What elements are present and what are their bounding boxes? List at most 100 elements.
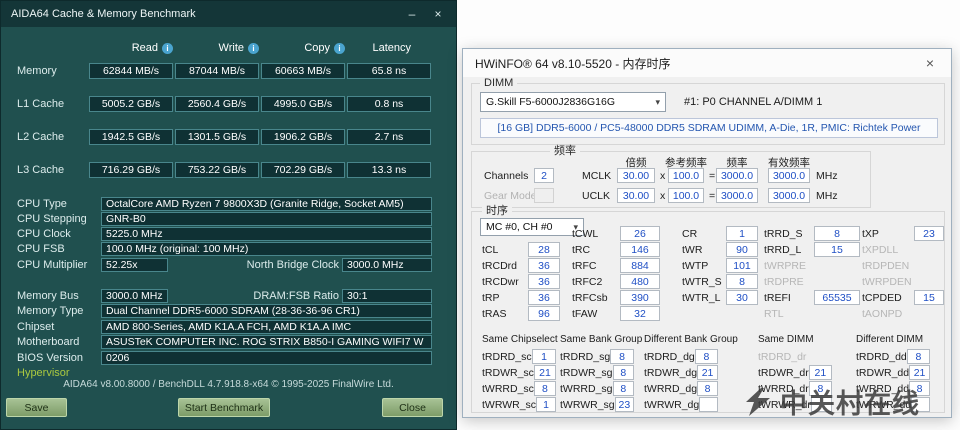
- aida64-window-title: AIDA64 Cache & Memory Benchmark: [11, 8, 394, 20]
- minimize-icon[interactable]: –: [404, 7, 420, 21]
- zol-logo-icon: [744, 387, 774, 417]
- info-label: Chipset: [17, 321, 54, 333]
- timing-cell: tWRWR_sg23: [560, 397, 634, 412]
- save-button[interactable]: Save: [6, 398, 67, 417]
- timing-value: 8: [726, 274, 758, 289]
- timing-value: 101: [726, 258, 758, 273]
- timing-value: 8: [907, 349, 930, 364]
- start-benchmark-button[interactable]: Start Benchmark: [178, 398, 270, 417]
- button-label: Save: [25, 402, 49, 414]
- bench-row-label: Memory: [17, 65, 57, 77]
- timing-label: tRDWR_dg: [644, 367, 697, 379]
- close-icon[interactable]: ×: [430, 7, 446, 21]
- aida64-version-footer: AIDA64 v8.00.8000 / BenchDLL 4.7.918.8-x…: [1, 379, 456, 390]
- bench-value: 1301.5 GB/s: [175, 129, 259, 145]
- close-button[interactable]: Close: [382, 398, 443, 417]
- column-header-write: Write i: [175, 42, 259, 54]
- bench-value: 65.8 ns: [347, 63, 431, 79]
- aida64-titlebar[interactable]: AIDA64 Cache & Memory Benchmark – ×: [1, 1, 456, 27]
- timing-cell: tRRD_S8: [764, 226, 860, 241]
- timing-cell: RTL: [764, 306, 860, 321]
- info-value: 30:1: [342, 289, 432, 303]
- timing-label: tWRWR_dg: [644, 399, 699, 411]
- timing-value: 30: [726, 290, 758, 305]
- frequency-group: 频率 Channels 2 Gear Mode 倍频 参考频率 频率 有效频率 …: [471, 151, 871, 208]
- info-label: CPU Multiplier: [17, 259, 87, 271]
- grid-header-different-dimm: Different DIMM: [856, 334, 923, 345]
- timing-value: 390: [620, 290, 660, 305]
- info-icon[interactable]: i: [334, 43, 345, 54]
- timing-label: tRP: [482, 292, 528, 304]
- hypervisor-label: Hypervisor: [17, 367, 70, 379]
- dimm-module-info: [16 GB] DDR5-6000 / PC5-48000 DDR5 SDRAM…: [480, 118, 938, 138]
- timing-cell: tRDWR_sc21: [482, 365, 556, 380]
- timing-cell: CR1: [682, 226, 758, 241]
- column-header-label: Latency: [372, 42, 411, 54]
- timing-cell: tRDPDEN: [862, 258, 944, 273]
- close-icon[interactable]: ×: [921, 55, 939, 71]
- timing-value: 23: [914, 226, 944, 241]
- timing-cell: tCPDED15: [862, 290, 944, 305]
- timing-value: 1: [536, 397, 556, 412]
- timing-cell: tRP36: [482, 290, 560, 305]
- hwinfo-window-title: HWiNFO® 64 v8.10-5520 - 内存时序: [475, 55, 921, 72]
- aida64-window: AIDA64 Cache & Memory Benchmark – × Read…: [0, 0, 457, 430]
- info-value: 3000.0 MHz: [342, 258, 432, 272]
- timing-label: tRRD_L: [764, 244, 814, 256]
- timing-cell: tRDWR_dd21: [856, 365, 930, 380]
- info-icon[interactable]: i: [162, 43, 173, 54]
- memory-controller-dropdown[interactable]: MC #0, CH #0 ▾: [480, 218, 584, 236]
- uclk-ratio: 30.00: [617, 188, 655, 203]
- timing-label: tRDWR_dd: [856, 367, 909, 379]
- timing-label: tRDRD_dd: [856, 351, 907, 363]
- timing-value: 15: [914, 290, 944, 305]
- timing-label: tWRRD_sg: [560, 383, 613, 395]
- info-value: 5225.0 MHz: [101, 227, 432, 241]
- mclk-ratio: 30.00: [617, 168, 655, 183]
- timing-value: 23: [615, 397, 634, 412]
- info-label: Memory Bus: [17, 290, 79, 302]
- timing-label: tRRD_S: [764, 228, 814, 240]
- dimm-selector-dropdown[interactable]: G.Skill F5-6000J2836G16G ▾: [480, 92, 666, 112]
- timing-cell: tRDWR_dr21: [758, 365, 832, 380]
- info-label: Memory Type: [17, 305, 83, 317]
- timing-label: tRAS: [482, 308, 528, 320]
- info-value: 3000.0 MHz: [101, 289, 168, 303]
- timing-label: tRFC: [572, 260, 620, 272]
- info-value: GNR-B0: [101, 212, 432, 226]
- info-icon[interactable]: i: [248, 43, 259, 54]
- bench-value: 716.29 GB/s: [89, 162, 173, 178]
- timing-value: 8: [695, 349, 718, 364]
- button-label: Close: [399, 402, 426, 414]
- timing-cell: tRCDrd36: [482, 258, 560, 273]
- timing-label: tWTR_S: [682, 276, 726, 288]
- timing-value: 8: [534, 381, 556, 396]
- timing-value: 8: [697, 381, 718, 396]
- timing-label: tWTP: [682, 260, 726, 272]
- timing-label: tRDPRE: [764, 276, 814, 288]
- bench-value: 4995.0 GB/s: [261, 96, 345, 112]
- hwinfo-titlebar[interactable]: HWiNFO® 64 v8.10-5520 - 内存时序 ×: [463, 49, 951, 77]
- timing-cell: tRCDwr36: [482, 274, 560, 289]
- timing-value: 8: [610, 349, 634, 364]
- bench-value: 5005.2 GB/s: [89, 96, 173, 112]
- timing-label: tWRWR_sc: [482, 399, 536, 411]
- timing-value: 96: [528, 306, 560, 321]
- bench-value: 62844 MB/s: [89, 63, 173, 79]
- timing-cell: tXP23: [862, 226, 944, 241]
- info-value: 52.25x: [101, 258, 168, 272]
- timing-label: tRDWR_dr: [758, 367, 809, 379]
- timing-label: tRDRD_sg: [560, 351, 610, 363]
- timing-value: [699, 397, 718, 412]
- grid-header-different-bank-group: Different Bank Group: [644, 334, 738, 345]
- timing-value: 21: [909, 365, 930, 380]
- frequency-group-label: 频率: [550, 145, 580, 158]
- info-value: AMD 800-Series, AMD K1A.A FCH, AMD K1A.A…: [101, 320, 432, 334]
- bench-row-label: L3 Cache: [17, 164, 64, 176]
- timing-label: tRFCsb: [572, 292, 620, 304]
- timing-value: 32: [620, 306, 660, 321]
- bench-value: 1942.5 GB/s: [89, 129, 173, 145]
- timing-label: tFAW: [572, 308, 620, 320]
- timing-label: RTL: [764, 308, 814, 320]
- timing-cell: tRFCsb390: [572, 290, 660, 305]
